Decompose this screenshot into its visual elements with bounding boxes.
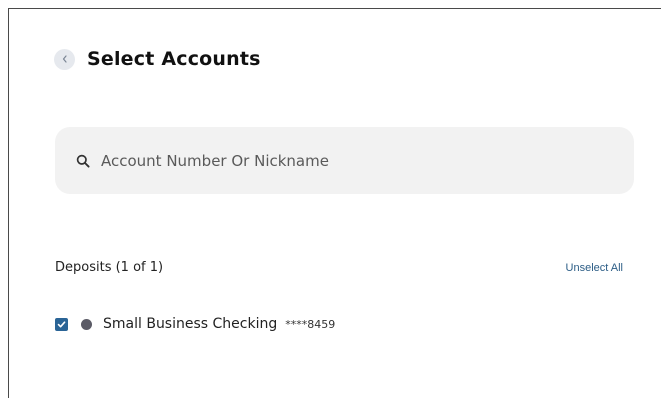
deposits-title: Deposits (1 of 1)	[55, 260, 164, 275]
account-name: Small Business Checking	[103, 316, 278, 332]
account-color-dot	[81, 318, 92, 330]
chevron-left-icon	[62, 55, 67, 63]
checkmark-icon	[57, 320, 66, 327]
select-accounts-panel: Select Accounts Deposits (1 of 1) Unsele…	[8, 8, 661, 398]
search-icon	[75, 153, 91, 169]
deposits-section-header: Deposits (1 of 1) Unselect All	[55, 260, 623, 275]
search-input[interactable]	[101, 151, 581, 170]
back-button[interactable]	[54, 48, 75, 70]
account-checkbox[interactable]	[55, 317, 68, 331]
header: Select Accounts	[54, 48, 261, 70]
search-box[interactable]	[55, 127, 634, 194]
account-row[interactable]: Small Business Checking ****8459	[55, 316, 335, 332]
page-title: Select Accounts	[87, 48, 261, 70]
unselect-all-link[interactable]: Unselect All	[566, 262, 623, 274]
account-number-mask: ****8459	[285, 317, 336, 331]
